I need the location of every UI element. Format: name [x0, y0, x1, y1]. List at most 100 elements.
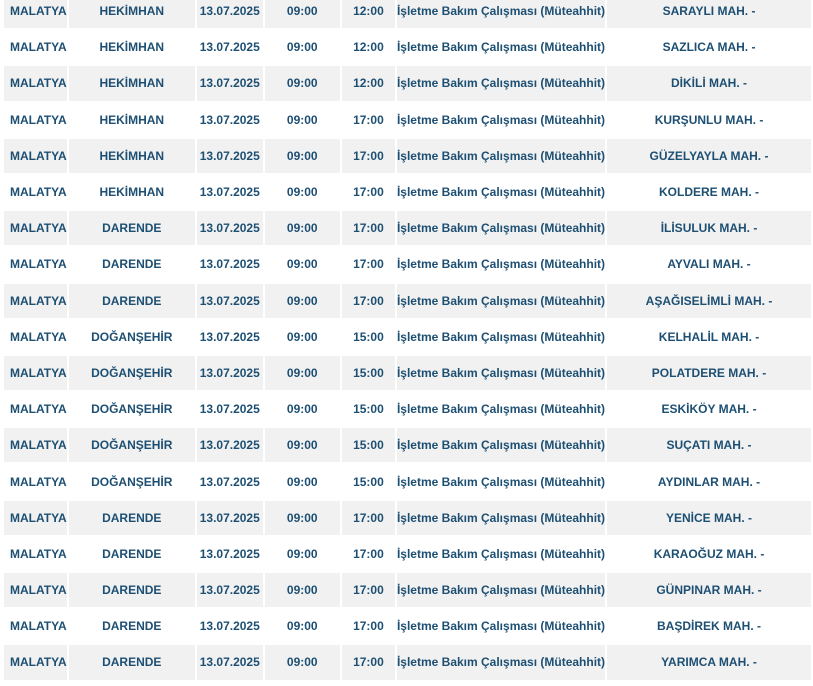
- reason-cell: İşletme Bakım Çalışması (Müteahhit): [396, 355, 606, 393]
- start-time-cell: 09:00: [264, 392, 340, 429]
- district-cell: DOĞANŞEHİR: [68, 392, 195, 429]
- end-time-cell: 15:00: [341, 392, 395, 429]
- district-cell: DARENDE: [68, 500, 195, 537]
- date-cell: 13.07.2025: [196, 355, 263, 393]
- start-time-cell: 09:00: [264, 66, 340, 103]
- province-cell: MALATYA: [4, 319, 67, 356]
- start-time-cell: 09:00: [264, 500, 340, 537]
- province-cell: MALATYA: [4, 66, 67, 103]
- start-time-cell: 09:00: [264, 211, 340, 248]
- reason-cell: İşletme Bakım Çalışması (Müteahhit): [396, 283, 606, 320]
- neighborhood-cell: SUÇATI MAH. -: [607, 428, 811, 465]
- neighborhood-cell: KELHALİL MAH. -: [607, 319, 811, 356]
- province-cell: MALATYA: [4, 355, 67, 393]
- reason-cell: İşletme Bakım Çalışması (Müteahhit): [396, 102, 606, 139]
- end-time-cell: 17:00: [341, 536, 395, 573]
- end-time-cell: 17:00: [341, 247, 395, 284]
- table-row: MALATYA DOĞANŞEHİR 13.07.2025 09:00 15:00 İşl…: [4, 319, 811, 356]
- table-row: MALATYA DARENDE 13.07.2025 09:00 17:00 İşletm…: [4, 536, 811, 573]
- district-cell: DOĞANŞEHİR: [68, 428, 195, 465]
- district-cell: DOĞANŞEHİR: [68, 464, 195, 501]
- date-cell: 13.07.2025: [196, 645, 263, 682]
- end-time-cell: 15:00: [341, 428, 395, 465]
- date-cell: 13.07.2025: [196, 536, 263, 573]
- province-cell: MALATYA: [4, 247, 67, 284]
- neighborhood-cell: SARAYLI MAH. -: [607, 0, 811, 31]
- table-row: MALATYA HEKİMHAN 13.07.2025 09:00 12:00 İşlet…: [4, 66, 811, 103]
- district-cell: HEKİMHAN: [68, 174, 195, 212]
- reason-cell: İşletme Bakım Çalışması (Müteahhit): [396, 573, 606, 610]
- end-time-cell: 15:00: [341, 355, 395, 393]
- district-cell: HEKİMHAN: [68, 102, 195, 139]
- neighborhood-cell: BAŞDİREK MAH. -: [607, 609, 811, 646]
- table-row: MALATYA DOĞANŞEHİR 13.07.2025 09:00 15:00 İşl…: [4, 428, 811, 465]
- date-cell: 13.07.2025: [196, 573, 263, 610]
- outage-schedule-table: MALATYA HEKİMHAN 13.07.2025 09:00 12:00 İşlet…: [2, 0, 813, 682]
- reason-cell: İşletme Bakım Çalışması (Müteahhit): [396, 536, 606, 573]
- end-time-cell: 17:00: [341, 500, 395, 537]
- reason-cell: İşletme Bakım Çalışması (Müteahhit): [396, 428, 606, 465]
- province-cell: MALATYA: [4, 102, 67, 139]
- province-cell: MALATYA: [4, 174, 67, 212]
- district-cell: DARENDE: [68, 211, 195, 248]
- start-time-cell: 09:00: [264, 573, 340, 610]
- start-time-cell: 09:00: [264, 536, 340, 573]
- date-cell: 13.07.2025: [196, 464, 263, 501]
- end-time-cell: 17:00: [341, 645, 395, 682]
- start-time-cell: 09:00: [264, 247, 340, 284]
- reason-cell: İşletme Bakım Çalışması (Müteahhit): [396, 174, 606, 212]
- table-row: MALATYA DARENDE 13.07.2025 09:00 17:00 İşletm…: [4, 247, 811, 284]
- table-row: MALATYA DOĞANŞEHİR 13.07.2025 09:00 15:00 İşl…: [4, 355, 811, 393]
- reason-cell: İşletme Bakım Çalışması (Müteahhit): [396, 211, 606, 248]
- neighborhood-cell: AŞAĞISELİMLİ MAH. -: [607, 283, 811, 320]
- date-cell: 13.07.2025: [196, 247, 263, 284]
- reason-cell: İşletme Bakım Çalışması (Müteahhit): [396, 66, 606, 103]
- reason-cell: İşletme Bakım Çalışması (Müteahhit): [396, 319, 606, 356]
- table-row: MALATYA DOĞANŞEHİR 13.07.2025 09:00 15:00 İşl…: [4, 464, 811, 501]
- table-row: MALATYA DOĞANŞEHİR 13.07.2025 09:00 15:00 İşl…: [4, 392, 811, 429]
- neighborhood-cell: KOLDERE MAH. -: [607, 174, 811, 212]
- district-cell: DARENDE: [68, 247, 195, 284]
- end-time-cell: 17:00: [341, 174, 395, 212]
- district-cell: DOĞANŞEHİR: [68, 319, 195, 356]
- table-row: MALATYA HEKİMHAN 13.07.2025 09:00 17:00 İşlet…: [4, 102, 811, 139]
- neighborhood-cell: YARIMCA MAH. -: [607, 645, 811, 682]
- end-time-cell: 12:00: [341, 30, 395, 67]
- province-cell: MALATYA: [4, 0, 67, 31]
- reason-cell: İşletme Bakım Çalışması (Müteahhit): [396, 500, 606, 537]
- date-cell: 13.07.2025: [196, 0, 263, 31]
- date-cell: 13.07.2025: [196, 211, 263, 248]
- date-cell: 13.07.2025: [196, 500, 263, 537]
- table-row: MALATYA DARENDE 13.07.2025 09:00 17:00 İşletm…: [4, 609, 811, 646]
- reason-cell: İşletme Bakım Çalışması (Müteahhit): [396, 609, 606, 646]
- end-time-cell: 17:00: [341, 102, 395, 139]
- date-cell: 13.07.2025: [196, 102, 263, 139]
- reason-cell: İşletme Bakım Çalışması (Müteahhit): [396, 30, 606, 67]
- start-time-cell: 09:00: [264, 283, 340, 320]
- province-cell: MALATYA: [4, 536, 67, 573]
- start-time-cell: 09:00: [264, 355, 340, 393]
- date-cell: 13.07.2025: [196, 392, 263, 429]
- province-cell: MALATYA: [4, 283, 67, 320]
- neighborhood-cell: KARAOĞUZ MAH. -: [607, 536, 811, 573]
- district-cell: DARENDE: [68, 645, 195, 682]
- table-row: MALATYA DARENDE 13.07.2025 09:00 17:00 İşletm…: [4, 500, 811, 537]
- table-row: MALATYA HEKİMHAN 13.07.2025 09:00 17:00 İşlet…: [4, 174, 811, 212]
- neighborhood-cell: POLATDERE MAH. -: [607, 355, 811, 393]
- province-cell: MALATYA: [4, 30, 67, 67]
- end-time-cell: 15:00: [341, 319, 395, 356]
- province-cell: MALATYA: [4, 211, 67, 248]
- district-cell: DARENDE: [68, 283, 195, 320]
- neighborhood-cell: SAZLICA MAH. -: [607, 30, 811, 67]
- start-time-cell: 09:00: [264, 645, 340, 682]
- district-cell: HEKİMHAN: [68, 138, 195, 175]
- district-cell: DOĞANŞEHİR: [68, 355, 195, 393]
- date-cell: 13.07.2025: [196, 609, 263, 646]
- end-time-cell: 15:00: [341, 464, 395, 501]
- district-cell: DARENDE: [68, 573, 195, 610]
- date-cell: 13.07.2025: [196, 319, 263, 356]
- start-time-cell: 09:00: [264, 102, 340, 139]
- reason-cell: İşletme Bakım Çalışması (Müteahhit): [396, 0, 606, 31]
- neighborhood-cell: GÜZELYAYLA MAH. -: [607, 138, 811, 175]
- table-row: MALATYA DARENDE 13.07.2025 09:00 17:00 İşletm…: [4, 645, 811, 682]
